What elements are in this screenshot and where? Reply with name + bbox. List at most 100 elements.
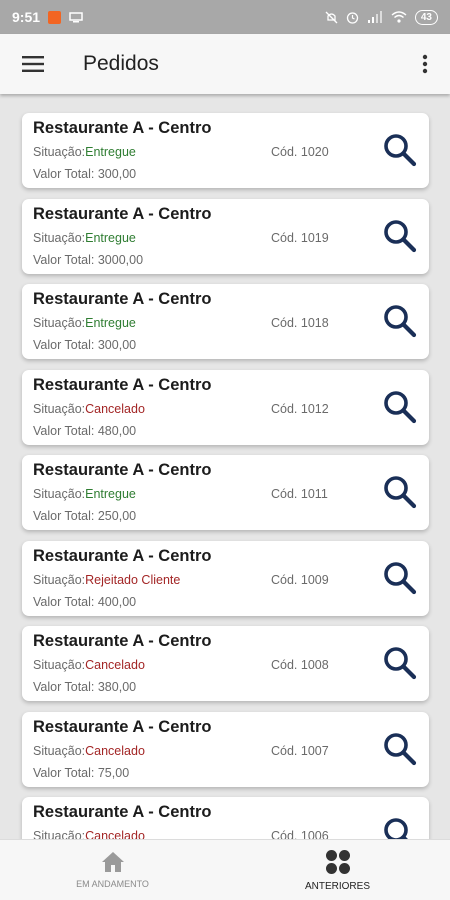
code-label: Cód. <box>271 572 301 587</box>
order-code: Cód. 1011 <box>271 487 328 501</box>
nav-item-em-andamento[interactable]: EM ANDAMENTO <box>0 840 225 900</box>
order-total: Valor Total: 75,00 <box>33 766 129 780</box>
code-value: 1008 <box>300 658 329 672</box>
total-label: Valor Total: <box>33 252 98 267</box>
cast-icon <box>69 11 83 22</box>
order-code: Cód. 1007 <box>271 744 329 758</box>
more-options-button[interactable] <box>400 34 450 94</box>
total-label: Valor Total: <box>33 680 98 694</box>
order-total: Valor Total: 300,00 <box>33 338 136 352</box>
order-status: Situação:Entregue <box>33 487 136 501</box>
order-card[interactable]: Restaurante A - Centro Situação:Cancelado… <box>22 797 429 839</box>
view-order-button[interactable] <box>381 473 419 511</box>
code-value: 1009 <box>300 572 329 587</box>
total-value: 3000,00 <box>97 252 144 267</box>
total-label: Valor Total: <box>33 765 98 780</box>
order-status: Situação:Entregue <box>33 316 136 330</box>
mute-icon <box>325 11 338 23</box>
status-label: Situação: <box>33 316 86 330</box>
order-code: Cód. 1018 <box>271 316 329 330</box>
order-card[interactable]: Restaurante A - Centro Situação:Entregue C… <box>22 198 429 274</box>
search-icon <box>384 219 417 252</box>
total-label: Valor Total: <box>33 423 98 438</box>
order-card[interactable]: Restaurante A - Centro Situação:Cancelado… <box>22 369 429 445</box>
restaurant-name: Restaurante A - Centro <box>33 204 212 223</box>
view-order-button[interactable] <box>381 131 419 169</box>
orders-list[interactable]: Restaurante A - Centro Situação:Entregue C… <box>0 94 450 839</box>
nav-label-em-andamento: EM ANDAMENTO <box>76 879 149 889</box>
search-icon <box>384 732 417 765</box>
code-label: Cód. <box>271 401 301 416</box>
order-card[interactable]: Restaurante A - Centro Situação:Entregue C… <box>22 113 429 188</box>
order-card[interactable]: Restaurante A - Centro Situação:Cancelado… <box>22 711 429 787</box>
app-notification-icon <box>48 10 62 24</box>
order-card[interactable]: Restaurante A - Centro Situação:Entregue C… <box>22 455 429 530</box>
battery-indicator: 43 <box>414 9 438 25</box>
status-value: Entregue <box>85 145 136 159</box>
menu-button[interactable] <box>0 34 66 94</box>
search-icon <box>384 134 417 167</box>
status-bar: 9:51 43 <box>0 0 450 34</box>
code-label: Cód. <box>271 829 301 839</box>
total-label: Valor Total: <box>33 338 98 352</box>
total-value: 250,00 <box>97 509 137 523</box>
app-bar: Pedidos <box>0 34 450 94</box>
search-icon <box>384 476 417 509</box>
more-vert-icon <box>422 54 428 74</box>
status-value: Rejeitado Cliente <box>85 572 181 587</box>
view-order-button[interactable] <box>381 644 419 682</box>
order-status: Situação:Cancelado <box>33 744 145 758</box>
order-code: Cód. 1009 <box>271 573 329 587</box>
apps-grid-icon <box>325 849 350 874</box>
status-label: Situação: <box>33 829 86 839</box>
code-value: 1019 <box>300 230 329 245</box>
status-label: Situação: <box>33 145 86 159</box>
order-total: Valor Total: 380,00 <box>33 680 136 694</box>
status-time: 9:51 <box>12 9 41 25</box>
status-label: Situação: <box>33 230 86 245</box>
search-icon <box>384 561 417 594</box>
status-label: Situação: <box>33 487 86 501</box>
order-card[interactable]: Restaurante A - Centro Situação:Cancelado… <box>22 626 429 701</box>
code-value: 1007 <box>300 743 329 758</box>
search-icon <box>384 305 417 338</box>
total-value: 75,00 <box>97 765 130 780</box>
view-order-button[interactable] <box>381 388 419 426</box>
total-value: 480,00 <box>97 423 137 438</box>
order-status: Situação:Rejeitado Cliente <box>33 573 180 587</box>
order-total: Valor Total: 480,00 <box>33 424 136 438</box>
view-order-button[interactable] <box>381 302 419 340</box>
status-label: Situação: <box>33 572 86 587</box>
total-value: 380,00 <box>97 680 137 694</box>
restaurant-name: Restaurante A - Centro <box>33 803 212 821</box>
view-order-button[interactable] <box>381 730 419 768</box>
view-order-button[interactable] <box>381 559 419 597</box>
code-value: 1018 <box>300 316 329 330</box>
restaurant-name: Restaurante A - Centro <box>33 546 212 565</box>
bottom-navigation: EM ANDAMENTO ANTERIORES <box>0 839 450 900</box>
total-label: Valor Total: <box>33 167 98 181</box>
search-icon <box>384 647 417 680</box>
nav-item-anteriores[interactable]: ANTERIORES <box>225 840 450 900</box>
order-total: Valor Total: 300,00 <box>33 167 136 181</box>
wifi-icon <box>391 11 407 23</box>
code-label: Cód. <box>271 145 301 159</box>
status-value: Cancelado <box>85 401 145 416</box>
signal-icon <box>367 11 382 23</box>
view-order-button[interactable] <box>381 217 419 255</box>
code-value: 1012 <box>300 401 329 416</box>
order-code: Cód. 1019 <box>271 231 329 245</box>
status-value: Cancelado <box>85 743 145 758</box>
restaurant-name: Restaurante A - Centro <box>33 375 212 394</box>
order-card[interactable]: Restaurante A - Centro Situação:Rejeitado… <box>22 540 429 616</box>
status-value: Entregue <box>85 487 136 501</box>
view-order-button[interactable] <box>381 815 419 839</box>
order-total: Valor Total: 400,00 <box>33 595 136 609</box>
order-total: Valor Total: 250,00 <box>33 509 136 523</box>
order-status: Situação:Cancelado <box>33 658 145 672</box>
total-label: Valor Total: <box>33 594 98 609</box>
code-label: Cód. <box>271 743 301 758</box>
order-card[interactable]: Restaurante A - Centro Situação:Entregue C… <box>22 284 429 359</box>
status-value: Entregue <box>85 316 136 330</box>
order-code: Cód. 1012 <box>271 402 329 416</box>
